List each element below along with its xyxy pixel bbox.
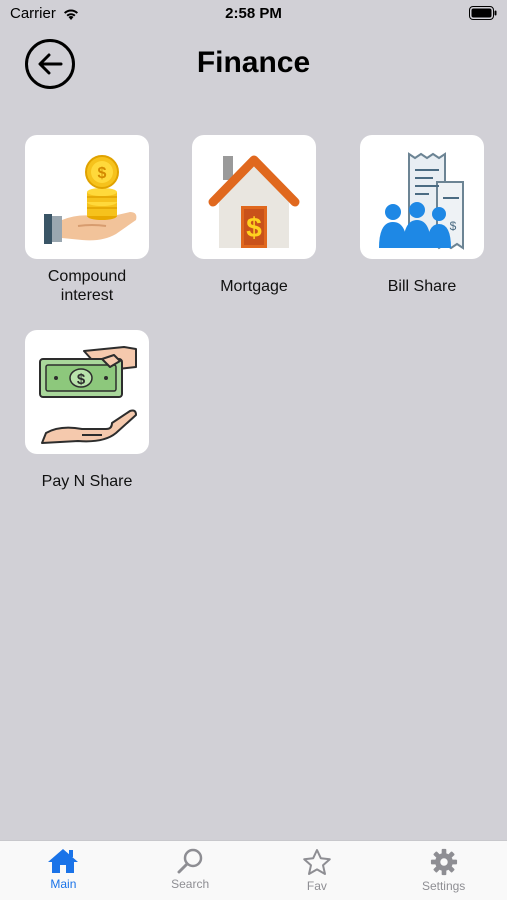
tile-label: Pay N Share	[41, 473, 133, 490]
tile-card: $	[192, 135, 316, 259]
tile-card: $	[25, 135, 149, 259]
tile-pay-n-share[interactable]: $ Pay N Share	[25, 330, 149, 491]
tile-bill-share[interactable]: $ Bill Share	[360, 135, 484, 296]
house-dollar-icon: $	[208, 155, 300, 248]
svg-text:$: $	[77, 371, 86, 388]
tab-settings[interactable]: Settings	[380, 841, 507, 900]
status-time: 2:58 PM	[225, 5, 282, 22]
tile-label: Mortgage	[220, 278, 288, 295]
tab-search[interactable]: Search	[127, 841, 254, 900]
svg-text:$: $	[450, 219, 457, 233]
tab-label: Fav	[306, 879, 327, 893]
page-title: Finance	[196, 46, 311, 79]
home-icon	[48, 849, 79, 873]
tab-main[interactable]: Main	[0, 841, 127, 900]
tab-label: Main	[50, 877, 77, 891]
tile-mortgage[interactable]: $ Mortgage	[192, 135, 316, 296]
receipt-people-icon: $	[379, 152, 464, 250]
star-icon	[303, 849, 331, 875]
search-icon	[177, 848, 203, 874]
svg-text:$: $	[246, 212, 262, 243]
tile-compound-interest[interactable]: $ Compound interest	[25, 135, 149, 305]
coins-in-hand-icon: $	[44, 155, 137, 244]
tile-card: $	[25, 330, 149, 454]
cash-handover-icon: $	[39, 346, 137, 444]
gear-icon	[430, 848, 457, 876]
tab-fav[interactable]: Fav	[254, 841, 381, 900]
tile-label: Bill Share	[387, 278, 457, 295]
tab-bar: Main Search Fav Settings	[0, 840, 507, 900]
battery-icon	[469, 6, 497, 24]
tile-label: Compound interest	[47, 268, 127, 304]
tab-label: Settings	[421, 879, 466, 893]
svg-text:$: $	[98, 165, 107, 182]
tile-card: $	[360, 135, 484, 259]
tab-label: Search	[171, 877, 210, 891]
status-bar: Carrier 2:58 PM	[0, 0, 507, 28]
